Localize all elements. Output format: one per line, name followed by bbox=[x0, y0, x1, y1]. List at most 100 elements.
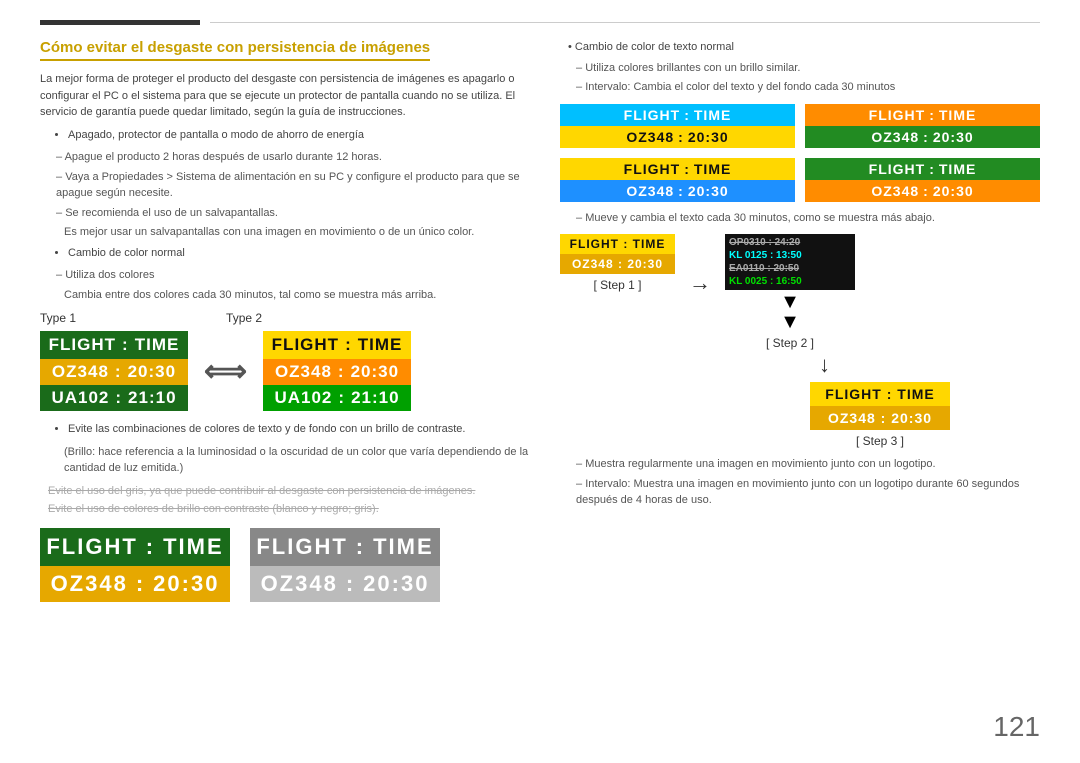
step1-col: FLIGHT : TIME OZ348 : 20:30 [ Step 1 ] bbox=[560, 234, 675, 292]
step3-row: OZ348 : 20:30 bbox=[810, 406, 950, 430]
intro-text: La mejor forma de proteger el producto d… bbox=[40, 71, 530, 121]
variant2-box: FLIGHT : TIME OZ348 : 20:30 bbox=[805, 104, 1040, 148]
variant3-box: FLIGHT : TIME OZ348 : 20:30 bbox=[560, 158, 795, 202]
v3-val: 20:30 bbox=[688, 183, 729, 199]
v2-oz: OZ348 bbox=[871, 129, 919, 145]
type1-label: Type 1 bbox=[40, 311, 76, 325]
right-dash2: Intervalo: Cambia el color del texto y d… bbox=[576, 79, 1040, 96]
swap-arrow-icon: ⟺ bbox=[204, 354, 247, 389]
page-number: 121 bbox=[993, 711, 1040, 743]
right-flight-grid: FLIGHT : TIME OZ348 : 20:30 FLIGHT : bbox=[560, 104, 1040, 202]
b-grey-colon2: : bbox=[346, 571, 355, 597]
type1-colon: : bbox=[122, 335, 129, 355]
step1-header: FLIGHT : TIME bbox=[560, 234, 675, 254]
type2-row1: OZ348 : 20:30 bbox=[263, 359, 411, 385]
b-grey-colon: : bbox=[356, 534, 365, 560]
type1-colon3: : bbox=[115, 388, 122, 408]
type2-row2: UA102 : 21:10 bbox=[263, 385, 411, 411]
top-border bbox=[40, 20, 1040, 25]
v2-h-flight: FLIGHT bbox=[869, 107, 926, 123]
bullet1: Apagado, protector de pantalla o modo de… bbox=[68, 127, 530, 144]
type2-header: FLIGHT : TIME bbox=[263, 331, 411, 359]
v4-row: OZ348 : 20:30 bbox=[805, 180, 1040, 202]
variant4-box: FLIGHT : TIME OZ348 : 20:30 bbox=[805, 158, 1040, 202]
bottom-flight-grey: FLIGHT : TIME OZ348 : 20:30 bbox=[250, 528, 440, 602]
v3-row: OZ348 : 20:30 bbox=[560, 180, 795, 202]
v4-h-time: TIME bbox=[939, 161, 976, 177]
v2-h-time: TIME bbox=[939, 107, 976, 123]
v1-val: 20:30 bbox=[688, 129, 729, 145]
v4-header: FLIGHT : TIME bbox=[805, 158, 1040, 180]
page: Cómo evitar el desgaste con persistencia… bbox=[0, 0, 1080, 763]
right-bullet1: Cambio de color de texto normal bbox=[568, 39, 1040, 56]
step3-label: [ Step 3 ] bbox=[856, 434, 904, 448]
variant1-box: FLIGHT : TIME OZ348 : 20:30 bbox=[560, 104, 795, 148]
right-dash4: Muestra regularmente una imagen en movim… bbox=[576, 456, 1040, 473]
v4-oz: OZ348 bbox=[871, 183, 919, 199]
dash1: Apague el producto 2 horas después de us… bbox=[56, 149, 530, 166]
step2-r3: EA0110 : 20:50 bbox=[729, 262, 851, 275]
type1-oz: OZ348 bbox=[52, 362, 109, 382]
bottom-flight-dark: FLIGHT : TIME OZ348 : 20:30 bbox=[40, 528, 230, 602]
b-dark-colon: : bbox=[146, 534, 155, 560]
note3: Evite el uso de colores de brillo con co… bbox=[48, 501, 530, 518]
step3-col: FLIGHT : TIME OZ348 : 20:30 [ Step 3 ] bbox=[720, 382, 1040, 448]
type1-time2: 21:10 bbox=[128, 388, 176, 408]
v3-oz: OZ348 bbox=[626, 183, 674, 199]
step2-r4: KL 0025 : 16:50 bbox=[729, 275, 851, 288]
main-content: Cómo evitar el desgaste con persistencia… bbox=[40, 39, 1040, 602]
type2-label: Type 2 bbox=[226, 311, 262, 325]
v1-row: OZ348 : 20:30 bbox=[560, 126, 795, 148]
type1-ua: UA102 bbox=[51, 388, 109, 408]
type2-box: FLIGHT : TIME OZ348 : 20:30 UA102 : 21:1… bbox=[263, 331, 411, 411]
right-dash3: Mueve y cambia el texto cada 30 minutos,… bbox=[576, 210, 1040, 227]
type1-time1: 20:30 bbox=[128, 362, 176, 382]
type1-box: FLIGHT : TIME OZ348 : 20:30 UA102 : 21:1… bbox=[40, 331, 188, 411]
b-dark-flight: FLIGHT bbox=[46, 534, 137, 560]
v1-header: FLIGHT : TIME bbox=[560, 104, 795, 126]
step2-r2: KL 0125 : 13:50 bbox=[729, 249, 851, 262]
v3-header: FLIGHT : TIME bbox=[560, 158, 795, 180]
v1-h-time: TIME bbox=[694, 107, 731, 123]
right-dash5: Intervalo: Muestra una imagen en movimie… bbox=[576, 476, 1040, 509]
type1-row2: UA102 : 21:10 bbox=[40, 385, 188, 411]
type1-colon2: : bbox=[115, 362, 122, 382]
steps-section: FLIGHT : TIME OZ348 : 20:30 [ Step 1 ] →… bbox=[560, 234, 1040, 448]
v1-h-flight: FLIGHT bbox=[624, 107, 681, 123]
v2-row: OZ348 : 20:30 bbox=[805, 126, 1040, 148]
type2-colon3: : bbox=[338, 388, 345, 408]
type2-time1: 20:30 bbox=[351, 362, 399, 382]
type1-time-label: TIME bbox=[135, 335, 180, 355]
bottom-dark-row: OZ348 : 20:30 bbox=[40, 566, 230, 602]
step2-label: [ Step 2 ] bbox=[766, 336, 814, 350]
type2-flight-label: FLIGHT bbox=[272, 335, 339, 355]
type1-flight-label: FLIGHT bbox=[49, 335, 116, 355]
type1-header: FLIGHT : TIME bbox=[40, 331, 188, 359]
step3-header: FLIGHT : TIME bbox=[810, 382, 950, 406]
v2-val: 20:30 bbox=[933, 129, 974, 145]
b-grey-val: 20:30 bbox=[363, 571, 429, 597]
type2-time2: 21:10 bbox=[351, 388, 399, 408]
b-grey-time: TIME bbox=[373, 534, 434, 560]
v1-oz: OZ348 bbox=[626, 129, 674, 145]
step2-r1: OP0310 : 24:20 bbox=[729, 236, 851, 249]
v3-h-time: TIME bbox=[694, 161, 731, 177]
b-grey-flight: FLIGHT bbox=[256, 534, 347, 560]
right-column: Cambio de color de texto normal Utiliza … bbox=[560, 39, 1040, 602]
type2-ua: UA102 bbox=[274, 388, 332, 408]
type1-row1: OZ348 : 20:30 bbox=[40, 359, 188, 385]
dash3b: Es mejor usar un salvapantallas con una … bbox=[64, 224, 530, 241]
b-dark-time: TIME bbox=[163, 534, 224, 560]
v4-val: 20:30 bbox=[933, 183, 974, 199]
step2-arrows-icon: ▼ ▼ bbox=[780, 292, 800, 332]
type2-oz: OZ348 bbox=[275, 362, 332, 382]
bullet2: Cambio de color normal bbox=[68, 245, 530, 262]
v2-header: FLIGHT : TIME bbox=[805, 104, 1040, 126]
bottom-displays: FLIGHT : TIME OZ348 : 20:30 FLIGHT : bbox=[40, 528, 530, 602]
type2-colon: : bbox=[345, 335, 352, 355]
down-arrow-icon: ↓ bbox=[560, 352, 880, 378]
bottom-grey-header: FLIGHT : TIME bbox=[250, 528, 440, 566]
flight-displays: FLIGHT : TIME OZ348 : 20:30 UA102 : 21:1… bbox=[40, 331, 530, 411]
note2: Evite el uso del gris, ya que puede cont… bbox=[48, 483, 530, 500]
step2-col: OP0310 : 24:20 KL 0125 : 13:50 EA0110 : … bbox=[725, 234, 855, 350]
